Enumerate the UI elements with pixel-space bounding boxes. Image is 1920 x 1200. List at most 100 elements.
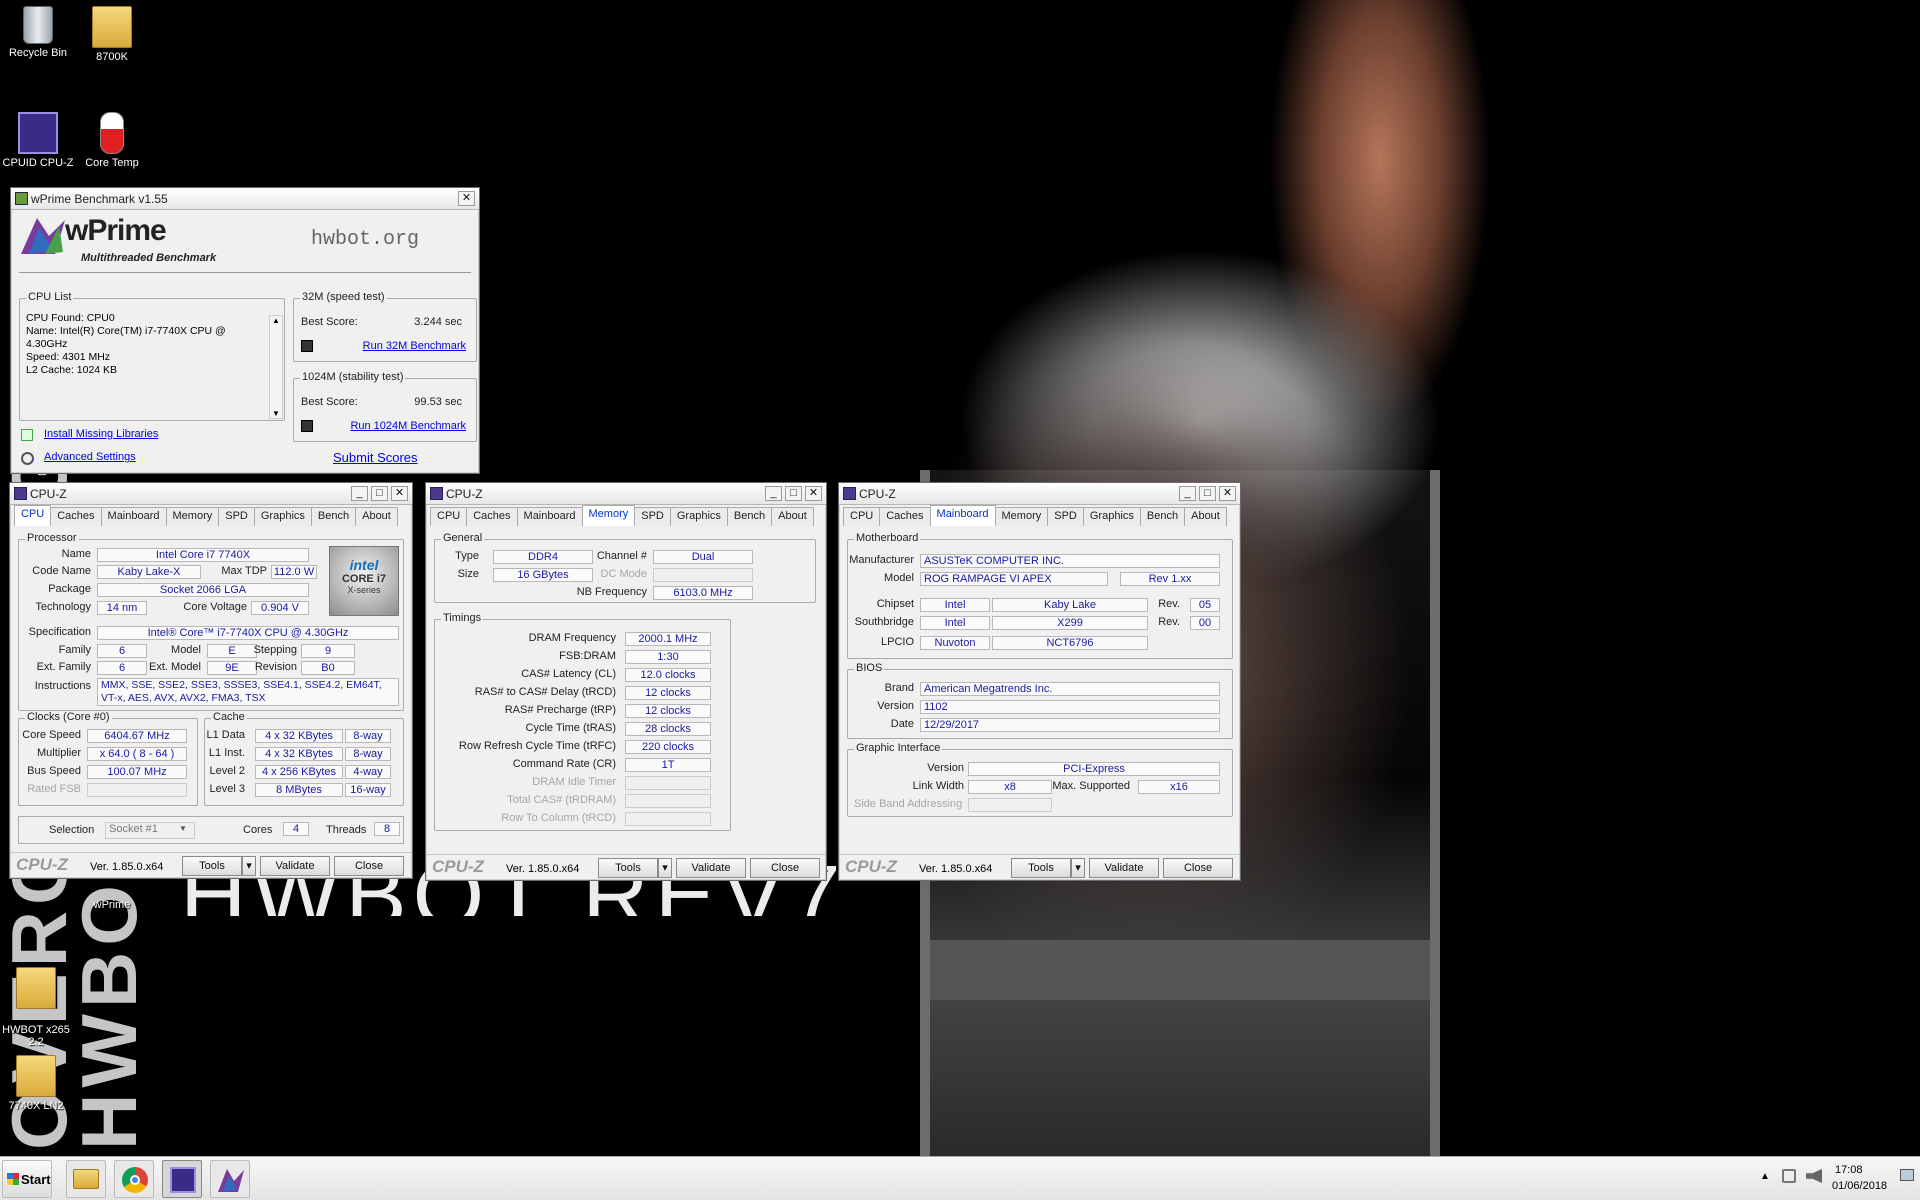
folder-hwbot-icon[interactable]: HWBOT x265 2.2 bbox=[0, 955, 76, 1060]
taskbar-explorer[interactable] bbox=[66, 1160, 106, 1198]
tab-about[interactable]: About bbox=[1184, 507, 1227, 526]
taskbar-cpuz[interactable] bbox=[162, 1160, 202, 1198]
chevron-down-icon[interactable]: ▾ bbox=[1071, 858, 1085, 878]
core-speed-label: Core Speed bbox=[22, 729, 81, 741]
submit-scores-link[interactable]: Submit Scores bbox=[333, 450, 418, 465]
cpuz-titlebar[interactable]: CPU-Z _ □ ✕ bbox=[839, 483, 1240, 505]
tab-memory[interactable]: Memory bbox=[994, 507, 1049, 526]
core-voltage-value: 0.904 V bbox=[251, 601, 309, 615]
run-32m-link[interactable]: Run 32M Benchmark bbox=[363, 340, 466, 352]
tab-mainboard[interactable]: Mainboard bbox=[100, 507, 167, 526]
tools-button[interactable]: Tools bbox=[1011, 858, 1071, 878]
cache-group: Cache L1 Data 4 x 32 KBytes 8-way L1 Ins… bbox=[204, 711, 404, 806]
close-button[interactable]: Close bbox=[1163, 858, 1233, 878]
maximize-icon[interactable]: □ bbox=[371, 486, 388, 501]
tab-about[interactable]: About bbox=[771, 507, 814, 526]
tab-graphics[interactable]: Graphics bbox=[253, 507, 312, 526]
tools-button[interactable]: Tools bbox=[182, 856, 242, 876]
folder-7740x-icon[interactable]: 7740X LN2 bbox=[0, 1055, 76, 1112]
timing-label: CAS# Latency (CL) bbox=[521, 668, 616, 680]
tab-cpu[interactable]: CPU bbox=[430, 507, 468, 526]
action-center-icon[interactable] bbox=[1782, 1169, 1796, 1183]
coretemp-shortcut-icon[interactable]: Core Temp bbox=[72, 112, 152, 169]
tab-spd[interactable]: SPD bbox=[1047, 507, 1084, 526]
maximize-icon[interactable]: □ bbox=[785, 486, 802, 501]
advanced-settings-link[interactable]: Advanced Settings bbox=[44, 451, 136, 463]
desktop-icon-label: Core Temp bbox=[85, 157, 139, 169]
cores-label: Cores bbox=[243, 824, 273, 836]
start-button[interactable]: Start bbox=[2, 1160, 52, 1198]
validate-button[interactable]: Validate bbox=[1089, 858, 1159, 878]
tab-caches[interactable]: Caches bbox=[466, 507, 518, 526]
tab-memory[interactable]: Memory bbox=[165, 507, 220, 526]
tab-spd[interactable]: SPD bbox=[218, 507, 255, 526]
type-value: DDR4 bbox=[493, 550, 593, 564]
clock-date[interactable]: 01/06/2018 bbox=[1832, 1180, 1887, 1192]
save-icon[interactable] bbox=[301, 420, 313, 432]
level2-label: Level 2 bbox=[209, 765, 245, 777]
minimize-icon[interactable]: _ bbox=[765, 486, 782, 501]
minimize-icon[interactable]: _ bbox=[351, 486, 368, 501]
recycle-bin-icon[interactable]: Recycle Bin bbox=[0, 6, 78, 59]
chevron-up-icon[interactable]: ▲ bbox=[1760, 1171, 1770, 1182]
channel-label: Channel # bbox=[596, 550, 647, 562]
windows-logo-icon bbox=[7, 1173, 19, 1185]
tab-mainboard[interactable]: Mainboard bbox=[929, 505, 996, 526]
speaker-icon[interactable] bbox=[1806, 1169, 1822, 1183]
tab-bench[interactable]: Bench bbox=[310, 507, 357, 526]
tools-button[interactable]: Tools bbox=[598, 858, 658, 878]
show-desktop-icon[interactable] bbox=[1900, 1169, 1914, 1181]
speed-test-group: 32M (speed test) Best Score: 3.244 sec R… bbox=[293, 291, 477, 362]
close-icon[interactable]: ✕ bbox=[805, 486, 822, 501]
cpuz-titlebar[interactable]: CPU-Z _ □ ✕ bbox=[10, 483, 412, 505]
timing-value: 28 clocks bbox=[625, 722, 711, 736]
tab-graphics[interactable]: Graphics bbox=[1082, 507, 1141, 526]
clock-time[interactable]: 17:08 bbox=[1835, 1164, 1863, 1176]
close-button[interactable]: Close bbox=[334, 856, 404, 876]
level2-way: 4-way bbox=[345, 765, 391, 779]
folder-icon bbox=[92, 6, 132, 48]
speed-test-label: 32M (speed test) bbox=[300, 291, 387, 303]
southbridge-rev-label: Rev. bbox=[1158, 616, 1180, 628]
cpu-list-scrollbar[interactable]: ▲ ▼ bbox=[269, 315, 283, 419]
tab-cpu[interactable]: CPU bbox=[14, 505, 52, 526]
run-1024m-link[interactable]: Run 1024M Benchmark bbox=[350, 420, 466, 432]
cpuz-shortcut-icon[interactable]: CPUID CPU-Z bbox=[0, 112, 78, 169]
tab-mainboard[interactable]: Mainboard bbox=[516, 507, 583, 526]
save-icon[interactable] bbox=[301, 340, 313, 352]
close-icon[interactable]: ✕ bbox=[391, 486, 408, 501]
chevron-down-icon[interactable]: ▾ bbox=[242, 856, 256, 876]
cpu-list-line: Name: Intel(R) Core(TM) i7-7740X CPU @ bbox=[26, 325, 226, 337]
tab-graphics[interactable]: Graphics bbox=[669, 507, 728, 526]
close-icon[interactable]: ✕ bbox=[458, 191, 475, 206]
tab-about[interactable]: About bbox=[355, 507, 398, 526]
timings-group: Timings DRAM Frequency 2000.1 MHz FSB:DRAM… bbox=[434, 612, 731, 831]
minimize-icon[interactable]: _ bbox=[1179, 486, 1196, 501]
taskbar-chrome[interactable] bbox=[114, 1160, 154, 1198]
tab-cpu[interactable]: CPU bbox=[843, 507, 881, 526]
tab-spd[interactable]: SPD bbox=[634, 507, 671, 526]
bios-date-value: 12/29/2017 bbox=[920, 718, 1220, 732]
folder-8700k-icon[interactable]: 8700K bbox=[72, 6, 152, 63]
wprime-titlebar[interactable]: wPrime Benchmark v1.55 ✕ bbox=[11, 188, 479, 210]
tab-memory[interactable]: Memory bbox=[581, 505, 636, 526]
close-button[interactable]: Close bbox=[750, 858, 820, 878]
divider bbox=[19, 272, 471, 273]
cpuz-titlebar[interactable]: CPU-Z _ □ ✕ bbox=[426, 483, 826, 505]
taskbar-wprime[interactable] bbox=[210, 1160, 250, 1198]
maximize-icon[interactable]: □ bbox=[1199, 486, 1216, 501]
scroll-down-icon[interactable]: ▼ bbox=[270, 409, 282, 418]
scroll-up-icon[interactable]: ▲ bbox=[270, 316, 282, 325]
validate-button[interactable]: Validate bbox=[260, 856, 330, 876]
tab-bench[interactable]: Bench bbox=[726, 507, 773, 526]
validate-button[interactable]: Validate bbox=[676, 858, 746, 878]
close-icon[interactable]: ✕ bbox=[1219, 486, 1236, 501]
tab-caches[interactable]: Caches bbox=[50, 507, 102, 526]
revision-label: Revision bbox=[254, 661, 297, 673]
install-libraries-link[interactable]: Install Missing Libraries bbox=[44, 428, 158, 440]
tab-caches[interactable]: Caches bbox=[879, 507, 931, 526]
codename-label: Code Name bbox=[32, 565, 91, 577]
tab-bench[interactable]: Bench bbox=[1139, 507, 1186, 526]
chevron-down-icon[interactable]: ▾ bbox=[658, 858, 672, 878]
timings-label: Timings bbox=[441, 612, 484, 624]
